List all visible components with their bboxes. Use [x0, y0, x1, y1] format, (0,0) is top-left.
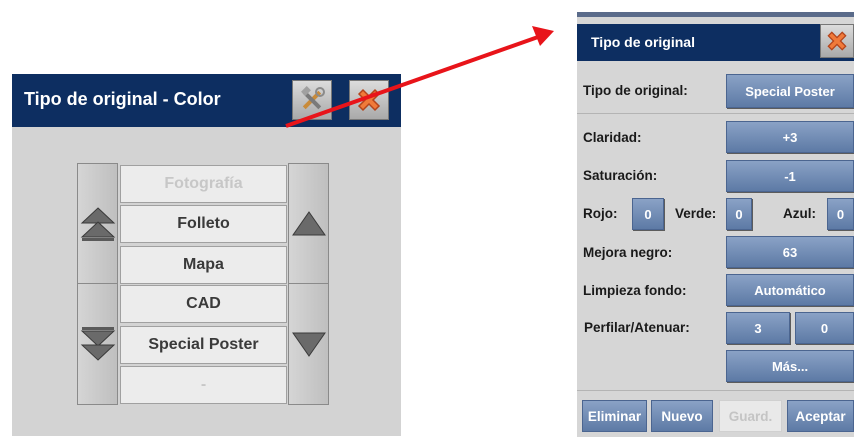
annotation-arrow [285, 26, 554, 128]
annotation-arrow-line [285, 35, 539, 128]
